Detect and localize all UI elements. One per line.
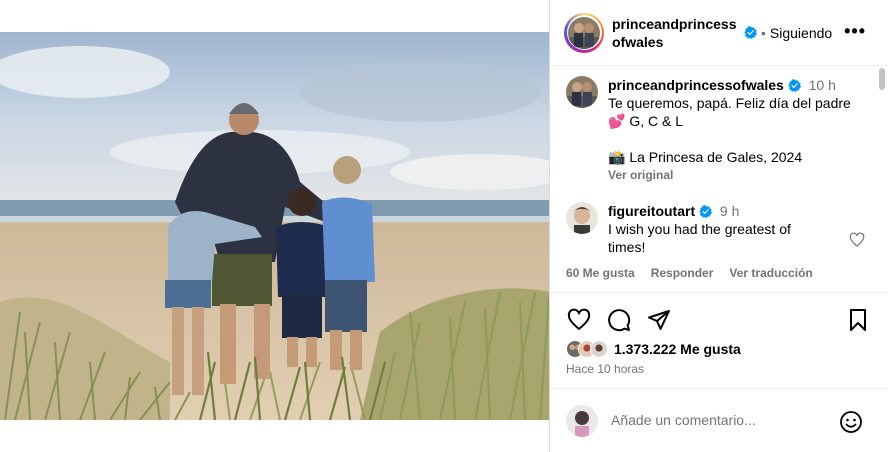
- post-photo[interactable]: [0, 32, 549, 420]
- send-icon[interactable]: [646, 307, 672, 333]
- liker-avatar-3: [590, 340, 608, 358]
- author-avatar[interactable]: [564, 12, 604, 53]
- verified-badge-icon: [699, 205, 712, 218]
- emoji-icon[interactable]: [839, 410, 863, 434]
- comment-time: 9 h: [719, 203, 740, 219]
- likes-row: 1.373.222 Me gusta: [566, 340, 741, 358]
- separator-dot: •: [761, 24, 766, 41]
- scrollbar-thumb[interactable]: [879, 68, 885, 90]
- commenter-username[interactable]: figureitoutart: [608, 203, 695, 219]
- more-options-icon[interactable]: •••: [844, 22, 866, 40]
- following-button[interactable]: Siguiendo: [770, 25, 832, 41]
- instagram-post-modal: princeandprincess ofwales • Siguiendo ••…: [0, 0, 888, 452]
- likes-count[interactable]: 1.373.222 Me gusta: [614, 341, 741, 357]
- author-username[interactable]: princeandprincess ofwales: [612, 15, 740, 51]
- caption-username[interactable]: princeandprincessofwales: [608, 77, 784, 93]
- author-username-line2: ofwales: [612, 33, 664, 50]
- comments-section: princeandprincessofwales 10 h Te queremo…: [550, 66, 888, 292]
- verified-badge-icon: [744, 26, 757, 39]
- caption-time: 10 h: [808, 77, 836, 93]
- bookmark-icon[interactable]: [845, 307, 871, 333]
- action-icons-row: [566, 307, 871, 333]
- comment-likes[interactable]: 60 Me gusta: [566, 266, 635, 280]
- scrollbar[interactable]: [878, 68, 887, 290]
- add-comment-bar: [550, 388, 888, 452]
- comment-like-heart-icon[interactable]: [849, 232, 865, 248]
- caption-author-avatar[interactable]: [566, 76, 598, 108]
- family-beach-photo: [0, 32, 549, 420]
- comment-text: I wish you had the greatest of times!: [608, 221, 791, 255]
- post-media-area: [0, 0, 549, 452]
- author-avatar-image: [568, 16, 600, 49]
- post-header: princeandprincess ofwales • Siguiendo ••…: [550, 0, 888, 66]
- comment-item: figureitoutart 9 h I wish you had the gr…: [566, 202, 866, 280]
- heart-icon[interactable]: [566, 307, 592, 333]
- commenter-avatar[interactable]: [566, 202, 598, 234]
- see-translation-link[interactable]: Ver traducción: [729, 266, 812, 280]
- comment-icon[interactable]: [606, 307, 632, 333]
- verified-badge-icon: [788, 79, 801, 92]
- post-actions: 1.373.222 Me gusta Hace 10 horas: [550, 292, 888, 388]
- post-side-panel: princeandprincess ofwales • Siguiendo ••…: [549, 0, 888, 452]
- follow-status: • Siguiendo: [744, 25, 832, 41]
- post-time-ago: Hace 10 horas: [566, 362, 645, 376]
- caption-text: Te queremos, papá. Feliz día del padre 💕…: [608, 95, 851, 129]
- author-username-line1: princeandprincess: [612, 15, 737, 32]
- current-user-avatar: [566, 405, 598, 437]
- caption-credit: 📸 La Princesa de Gales, 2024: [608, 149, 803, 165]
- comment-input[interactable]: [611, 412, 821, 428]
- see-original-link[interactable]: Ver original: [608, 166, 866, 184]
- reply-button[interactable]: Responder: [651, 266, 714, 280]
- caption-block: princeandprincessofwales 10 h Te queremo…: [566, 76, 866, 184]
